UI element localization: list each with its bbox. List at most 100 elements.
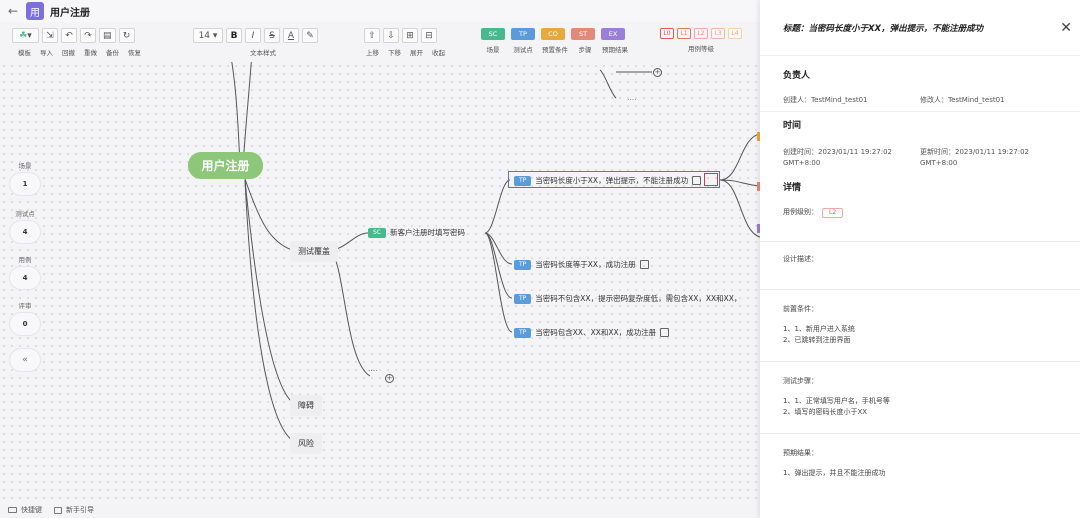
restore-icon: ↻ <box>122 30 131 41</box>
shortcuts-button[interactable]: 快捷键 <box>8 505 42 515</box>
arrow-up-icon: ⇧ <box>368 30 376 41</box>
highlight-button[interactable]: ✎ <box>302 28 318 43</box>
italic-button[interactable]: I <box>245 28 261 43</box>
arrow-left-icon[interactable]: ← <box>6 4 20 18</box>
move-down-button[interactable]: ⇩ <box>383 28 399 43</box>
font-size-value: 14 <box>198 30 211 41</box>
import-button[interactable]: ⇲ <box>42 28 58 43</box>
expected-field-label: 预期结果： <box>783 449 818 457</box>
level-l2-button[interactable]: L2 <box>694 28 708 39</box>
owner-row: 创建人：TestMind_test01 修改人：TestMind_test01 <box>783 95 1057 106</box>
steps-line: 1、1、正常填写用户名，手机号等 <box>783 397 890 405</box>
app-logo: 用 <box>26 2 44 20</box>
close-icon[interactable]: ✕ <box>1060 20 1072 36</box>
stat-review: 评审 0 <box>8 300 42 335</box>
move-up-label: 上移 <box>366 49 379 57</box>
test-point-text: 当密码包含XX、XX和XX，成功注册 <box>535 328 657 337</box>
design-section: 设计描述： <box>760 242 1080 290</box>
guide-button[interactable]: 新手引导 <box>54 505 94 515</box>
undo-button[interactable]: ↶ <box>61 28 77 43</box>
tag-sc-button[interactable]: SC <box>481 28 505 40</box>
restore-button[interactable]: ↻ <box>118 28 135 43</box>
expand-circle-icon[interactable]: + <box>385 374 394 383</box>
document-icon[interactable] <box>639 260 649 269</box>
creator-text: 创建人：TestMind_test01 <box>783 96 868 104</box>
template-button[interactable]: ☘ ▾ <box>12 28 39 43</box>
test-point-node-2[interactable]: TP 当密码长度等于XX，成功注册 <box>514 259 649 270</box>
level-l4-button[interactable]: L4 <box>728 28 742 39</box>
branch-risk[interactable]: 风险 <box>290 433 322 454</box>
stat-scene: 场景 1 <box>8 160 42 195</box>
move-up-button[interactable]: ⇧ <box>364 28 380 43</box>
bold-button[interactable]: B <box>226 28 242 43</box>
case-level-chip[interactable]: L2 <box>822 208 844 218</box>
keyboard-icon <box>8 507 17 513</box>
expand-label: 展开 <box>410 49 423 57</box>
page-title: 用户注册 <box>50 7 90 19</box>
stat-scene-label: 场景 <box>18 162 32 170</box>
case-level-group: L0 L1 L2 L3 L4 用例等级 <box>660 28 742 53</box>
collapse-button[interactable]: ⊟ <box>421 28 437 43</box>
level-l3-button[interactable]: L3 <box>711 28 725 39</box>
template-label: 模板 <box>18 49 31 57</box>
level-l1-button[interactable]: L1 <box>677 28 691 39</box>
branch-obstacle[interactable]: 障碍 <box>290 395 322 416</box>
tag-co-button[interactable]: CO <box>541 28 565 40</box>
redo-button[interactable]: ↷ <box>80 28 96 43</box>
created-time-line1: 创建时间：2023/01/11 19:27:02 <box>783 148 893 156</box>
font-color-button[interactable]: A <box>283 28 299 43</box>
mindmap-canvas[interactable]: 场景 1 测试点 4 用例 4 评审 0 « 用户注册 测试覆盖 障碍 风险 S… <box>0 62 760 502</box>
time-row: 创建时间：2023/01/11 19:27:02 GMT+8:00 更新时间：2… <box>783 147 1057 169</box>
plus-square-icon: ⊞ <box>406 30 414 41</box>
expected-line: 1、弹出提示，并且不能注册成功 <box>783 469 886 477</box>
test-point-node-4[interactable]: TP 当密码包含XX、XX和XX，成功注册 <box>514 327 670 338</box>
scene-node[interactable]: SC 新客户注册时填写密码 <box>368 227 465 238</box>
import-label: 导入 <box>40 49 53 57</box>
more-nodes[interactable]: .... <box>368 364 378 373</box>
more-nodes-top[interactable]: .... <box>627 93 637 102</box>
steps-section: 测试步骤： 1、1、正常填写用户名，手机号等 2、填写的密码长度小于XX <box>760 362 1080 434</box>
case-level-label: 用例等级 <box>688 45 714 53</box>
redo-icon: ↷ <box>84 30 92 41</box>
detail-section: 详情 用例级别： L2 <box>760 176 1080 242</box>
book-icon <box>54 506 62 514</box>
font-size-select[interactable]: 14 ▾ <box>193 28 223 43</box>
mindmap-root-node[interactable]: 用户注册 <box>188 152 263 179</box>
stat-scene-value: 1 <box>10 173 40 195</box>
restore-label: 恢复 <box>128 49 141 57</box>
backup-button[interactable]: ▤ <box>99 28 116 43</box>
level-l0-button[interactable]: L0 <box>660 28 674 39</box>
test-point-node-3[interactable]: TP 当密码不包含XX，提示密码复杂度低，需包含XX，XX和XX， <box>514 293 741 304</box>
strikethrough-button[interactable]: S <box>264 28 280 43</box>
scene-label: 场景 <box>486 46 500 54</box>
stat-case-label: 用例 <box>18 256 32 264</box>
title-bar: ← 用 用户注册 <box>0 0 760 22</box>
owner-section: 负责人 创建人：TestMind_test01 修改人：TestMind_tes… <box>760 56 1080 112</box>
steps-label: 步骤 <box>578 46 592 54</box>
stat-test-point-value: 4 <box>10 221 40 243</box>
double-chevron-left-icon: « <box>10 349 40 371</box>
backup-label: 备份 <box>106 49 119 57</box>
tp-chip: TP <box>514 259 532 270</box>
document-icon[interactable] <box>660 328 670 337</box>
tag-tp-button[interactable]: TP <box>511 28 535 40</box>
undo-label: 回撤 <box>62 49 75 57</box>
created-time: 创建时间：2023/01/11 19:27:02 GMT+8:00 <box>783 147 920 169</box>
tag-ex-button[interactable]: EX <box>601 28 625 40</box>
redo-label: 重做 <box>84 49 97 57</box>
expand-circle-icon[interactable]: + <box>653 68 662 77</box>
template-icon: ☘ <box>19 30 28 41</box>
expected-lines: 1、弹出提示，并且不能注册成功 <box>783 468 1057 479</box>
owner-heading: 负责人 <box>783 71 811 81</box>
scene-text: 新客户注册时填写密码 <box>390 228 465 237</box>
expand-button[interactable]: ⊞ <box>402 28 418 43</box>
guide-label: 新手引导 <box>66 506 94 514</box>
branch-test-coverage[interactable]: 测试覆盖 <box>290 241 338 262</box>
backup-icon: ▤ <box>103 30 112 41</box>
arrow-down-icon: ⇩ <box>387 30 395 41</box>
tag-st-button[interactable]: ST <box>571 28 595 40</box>
panel-header: 标题：当密码长度小于XX，弹出提示，不能注册成功 ✕ <box>760 0 1080 56</box>
collapse-stats-button[interactable]: « <box>8 346 42 371</box>
steps-lines: 1、1、正常填写用户名，手机号等 2、填写的密码长度小于XX <box>783 396 1057 418</box>
time-section: 时间 创建时间：2023/01/11 19:27:02 GMT+8:00 更新时… <box>760 112 1080 176</box>
